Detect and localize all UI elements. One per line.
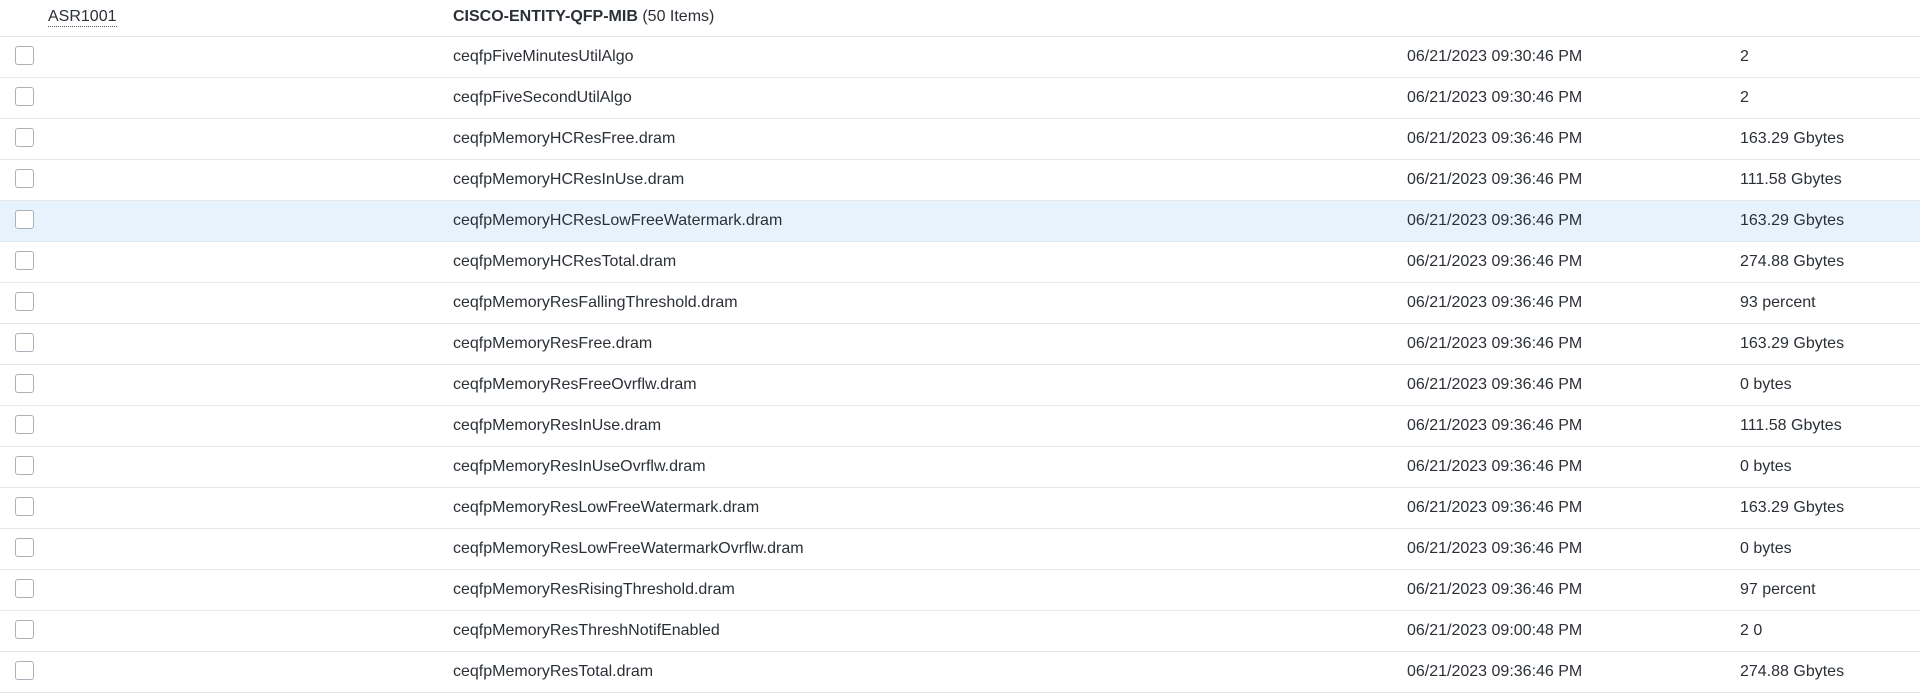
- metric-name: ceqfpFiveSecondUtilAlgo: [453, 89, 632, 106]
- metric-timestamp: 06/21/2023 09:36:46 PM: [1407, 458, 1583, 475]
- row-checkbox[interactable]: [15, 497, 34, 516]
- metric-name: ceqfpMemoryResInUseOvrflw.dram: [453, 458, 706, 475]
- row-checkbox[interactable]: [15, 87, 34, 106]
- table-row[interactable]: ceqfpMemoryResFree.dram 06/21/2023 09:36…: [0, 324, 1920, 365]
- metric-timestamp: 06/21/2023 09:36:46 PM: [1407, 417, 1583, 434]
- row-checkbox[interactable]: [15, 374, 34, 393]
- metric-timestamp: 06/21/2023 09:30:46 PM: [1407, 89, 1583, 106]
- metric-name: ceqfpMemoryResLowFreeWatermarkOvrflw.dra…: [453, 540, 804, 557]
- metric-name: ceqfpMemoryResThreshNotifEnabled: [453, 622, 720, 639]
- metric-timestamp: 06/21/2023 09:36:46 PM: [1407, 499, 1583, 516]
- table-row[interactable]: ceqfpMemoryHCResFree.dram 06/21/2023 09:…: [0, 119, 1920, 160]
- metric-timestamp: 06/21/2023 09:36:46 PM: [1407, 253, 1583, 270]
- table-row[interactable]: ceqfpMemoryHCResInUse.dram 06/21/2023 09…: [0, 160, 1920, 201]
- metric-name: ceqfpMemoryHCResInUse.dram: [453, 171, 685, 188]
- metric-value: 274.88 Gbytes: [1740, 663, 1845, 680]
- metric-name: ceqfpMemoryResTotal.dram: [453, 663, 654, 680]
- row-checkbox[interactable]: [15, 661, 34, 680]
- table-row[interactable]: ceqfpMemoryResTotal.dram 06/21/2023 09:3…: [0, 652, 1920, 693]
- metric-name: ceqfpMemoryHCResTotal.dram: [453, 253, 677, 270]
- metric-timestamp: 06/21/2023 09:00:48 PM: [1407, 622, 1583, 639]
- table-row[interactable]: ceqfpMemoryHCResLowFreeWatermark.dram 06…: [0, 201, 1920, 242]
- row-checkbox[interactable]: [15, 46, 34, 65]
- row-checkbox[interactable]: [15, 292, 34, 311]
- table-row[interactable]: ceqfpFiveMinutesUtilAlgo 06/21/2023 09:3…: [0, 37, 1920, 78]
- metrics-table: ceqfpFiveMinutesUtilAlgo 06/21/2023 09:3…: [0, 37, 1920, 693]
- table-row[interactable]: ceqfpMemoryResThreshNotifEnabled 06/21/2…: [0, 611, 1920, 652]
- metric-name: ceqfpFiveMinutesUtilAlgo: [453, 48, 634, 65]
- metric-timestamp: 06/21/2023 09:36:46 PM: [1407, 376, 1583, 393]
- metric-value: 163.29 Gbytes: [1740, 499, 1845, 516]
- metric-value: 0 bytes: [1740, 540, 1792, 557]
- metric-name: ceqfpMemoryResFree.dram: [453, 335, 653, 352]
- metric-timestamp: 06/21/2023 09:36:46 PM: [1407, 212, 1583, 229]
- metric-value: 2: [1740, 89, 1749, 106]
- metric-value: 111.58 Gbytes: [1740, 171, 1842, 188]
- metric-value: 2: [1740, 48, 1749, 65]
- metric-timestamp: 06/21/2023 09:36:46 PM: [1407, 663, 1583, 680]
- row-checkbox[interactable]: [15, 456, 34, 475]
- metric-value: 93 percent: [1740, 294, 1816, 311]
- row-checkbox[interactable]: [15, 128, 34, 147]
- metric-name: ceqfpMemoryHCResFree.dram: [453, 130, 676, 147]
- row-checkbox[interactable]: [15, 579, 34, 598]
- metric-timestamp: 06/21/2023 09:36:46 PM: [1407, 130, 1583, 147]
- metric-value: 2 0: [1740, 622, 1763, 639]
- row-checkbox[interactable]: [15, 251, 34, 270]
- metric-timestamp: 06/21/2023 09:36:46 PM: [1407, 294, 1583, 311]
- row-checkbox[interactable]: [15, 169, 34, 188]
- metric-timestamp: 06/21/2023 09:30:46 PM: [1407, 48, 1583, 65]
- metric-timestamp: 06/21/2023 09:36:46 PM: [1407, 171, 1583, 188]
- table-row[interactable]: ceqfpMemoryHCResTotal.dram 06/21/2023 09…: [0, 242, 1920, 283]
- item-count: (50 Items): [642, 8, 715, 25]
- metric-timestamp: 06/21/2023 09:36:46 PM: [1407, 540, 1583, 557]
- mib-group-name: CISCO-ENTITY-QFP-MIB: [453, 8, 638, 25]
- metric-name: ceqfpMemoryHCResLowFreeWatermark.dram: [453, 212, 783, 229]
- mib-group-title: CISCO-ENTITY-QFP-MIB (50 Items): [453, 8, 714, 26]
- metric-name: ceqfpMemoryResFallingThreshold.dram: [453, 294, 738, 311]
- metric-name: ceqfpMemoryResRisingThreshold.dram: [453, 581, 735, 598]
- metric-name: ceqfpMemoryResLowFreeWatermark.dram: [453, 499, 760, 516]
- table-row[interactable]: ceqfpMemoryResRisingThreshold.dram 06/21…: [0, 570, 1920, 611]
- row-checkbox[interactable]: [15, 333, 34, 352]
- metric-value: 97 percent: [1740, 581, 1816, 598]
- row-checkbox[interactable]: [15, 210, 34, 229]
- table-row[interactable]: ceqfpMemoryResFallingThreshold.dram 06/2…: [0, 283, 1920, 324]
- table-row[interactable]: ceqfpMemoryResInUse.dram 06/21/2023 09:3…: [0, 406, 1920, 447]
- metric-value: 0 bytes: [1740, 376, 1792, 393]
- metric-name: ceqfpMemoryResFreeOvrflw.dram: [453, 376, 697, 393]
- metric-value: 163.29 Gbytes: [1740, 212, 1845, 229]
- table-row[interactable]: ceqfpMemoryResInUseOvrflw.dram 06/21/202…: [0, 447, 1920, 488]
- table-row[interactable]: ceqfpMemoryResLowFreeWatermarkOvrflw.dra…: [0, 529, 1920, 570]
- table-row[interactable]: ceqfpMemoryResFreeOvrflw.dram 06/21/2023…: [0, 365, 1920, 406]
- metric-timestamp: 06/21/2023 09:36:46 PM: [1407, 335, 1583, 352]
- table-row[interactable]: ceqfpMemoryResLowFreeWatermark.dram 06/2…: [0, 488, 1920, 529]
- metric-value: 163.29 Gbytes: [1740, 130, 1845, 147]
- metric-name: ceqfpMemoryResInUse.dram: [453, 417, 662, 434]
- metric-value: 0 bytes: [1740, 458, 1792, 475]
- metric-value: 163.29 Gbytes: [1740, 335, 1845, 352]
- metric-value: 274.88 Gbytes: [1740, 253, 1845, 270]
- metric-timestamp: 06/21/2023 09:36:46 PM: [1407, 581, 1583, 598]
- metric-value: 111.58 Gbytes: [1740, 417, 1842, 434]
- row-checkbox[interactable]: [15, 415, 34, 434]
- group-header-row: ASR1001 CISCO-ENTITY-QFP-MIB (50 Items): [0, 0, 1920, 37]
- row-checkbox[interactable]: [15, 538, 34, 557]
- table-row[interactable]: ceqfpFiveSecondUtilAlgo 06/21/2023 09:30…: [0, 78, 1920, 119]
- device-link[interactable]: ASR1001: [48, 8, 117, 27]
- row-checkbox[interactable]: [15, 620, 34, 639]
